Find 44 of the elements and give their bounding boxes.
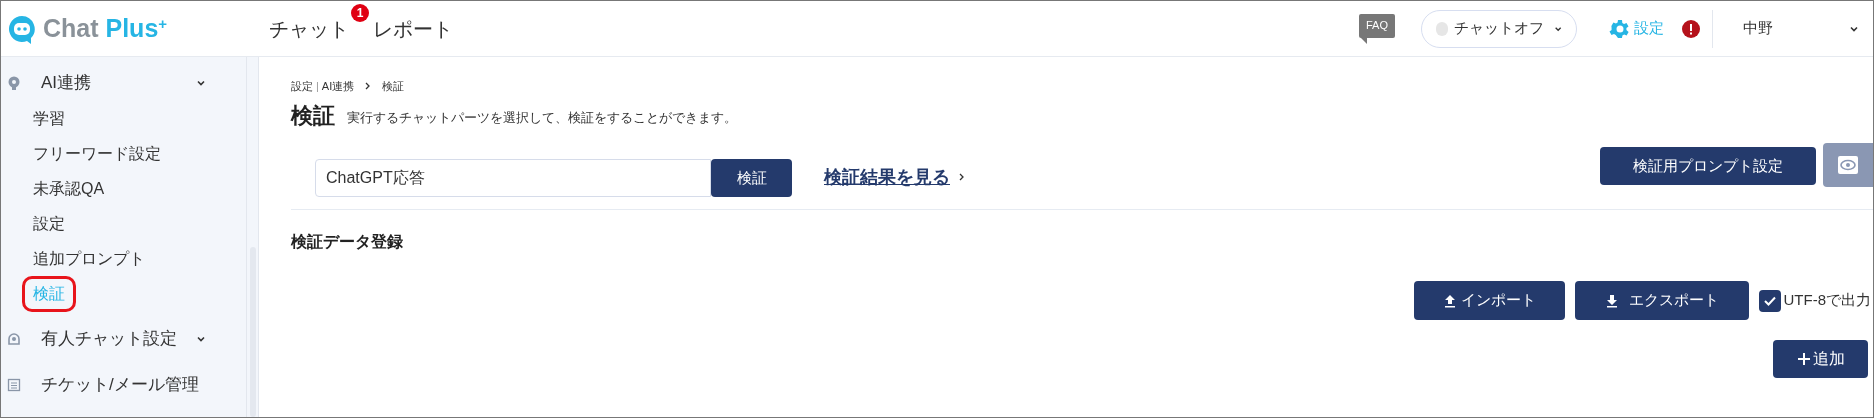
export-button[interactable]: エクスポート: [1574, 281, 1749, 320]
chevron-down-icon: [196, 78, 206, 88]
sidebar-subitem[interactable]: 追加プロンプト: [33, 246, 145, 271]
page-description: 実行するチャットパーツを選択して、検証をすることができます。: [347, 108, 737, 127]
breadcrumb-link[interactable]: 設定: [291, 77, 313, 95]
sidebar-item[interactable]: 有人チャット設定: [1, 321, 246, 357]
section-title: 検証データ登録: [291, 232, 404, 252]
add-button[interactable]: 追加: [1773, 340, 1868, 378]
upload-icon: [1442, 293, 1457, 308]
logo-text: Chat Plus$^{+}$: [43, 12, 168, 44]
breadcrumb-link[interactable]: AI連携: [321, 77, 355, 95]
sidebar-item[interactable]: チケット/メール管理: [1, 367, 246, 403]
sidebar-subitem[interactable]: 学習: [33, 106, 65, 131]
chat-status-label: チャットオフ: [1453, 18, 1544, 39]
select-field[interactable]: ChatGPT応答: [315, 159, 711, 197]
head-icon: [7, 76, 21, 90]
sidebar-subitem[interactable]: 設定: [33, 211, 65, 236]
breadcrumb-link[interactable]: 検証: [382, 77, 405, 95]
checkbox-label: UTF-8で出力: [1783, 290, 1871, 311]
plus-icon: [1796, 352, 1811, 366]
sidebar-item[interactable]: AI連携: [1, 65, 246, 101]
sidebar-subitem[interactable]: 未承認QA: [33, 176, 105, 201]
scrollbar-thumb[interactable]: [249, 247, 256, 417]
prompt-settings-button[interactable]: 検証用プロンプト設定: [1600, 147, 1816, 185]
nav-link[interactable]: レポート: [373, 13, 453, 44]
list-icon: [7, 378, 21, 392]
checkbox[interactable]: [1758, 289, 1781, 312]
chevron-down-icon: [196, 334, 206, 344]
person-icon: [7, 332, 21, 346]
chevron-right-icon: [958, 173, 966, 181]
results-link[interactable]: 検証結果を見る: [824, 163, 950, 191]
verify-button[interactable]: 検証: [711, 159, 792, 197]
eye-icon: [1837, 155, 1859, 175]
notification-badge: 1: [351, 3, 369, 22]
sidebar-subitem[interactable]: フリーワード設定: [33, 141, 161, 166]
logo-icon: [7, 13, 37, 44]
alert-icon[interactable]: [1682, 19, 1700, 38]
preview-button[interactable]: [1823, 143, 1873, 187]
breadcrumb-separator: |: [316, 78, 319, 94]
download-icon: [1604, 293, 1619, 308]
page-title: 検証: [291, 105, 335, 127]
import-button[interactable]: インポート: [1413, 281, 1565, 320]
nav-link[interactable]: チャット: [269, 13, 349, 44]
user-name[interactable]: 中野: [1743, 17, 1773, 40]
